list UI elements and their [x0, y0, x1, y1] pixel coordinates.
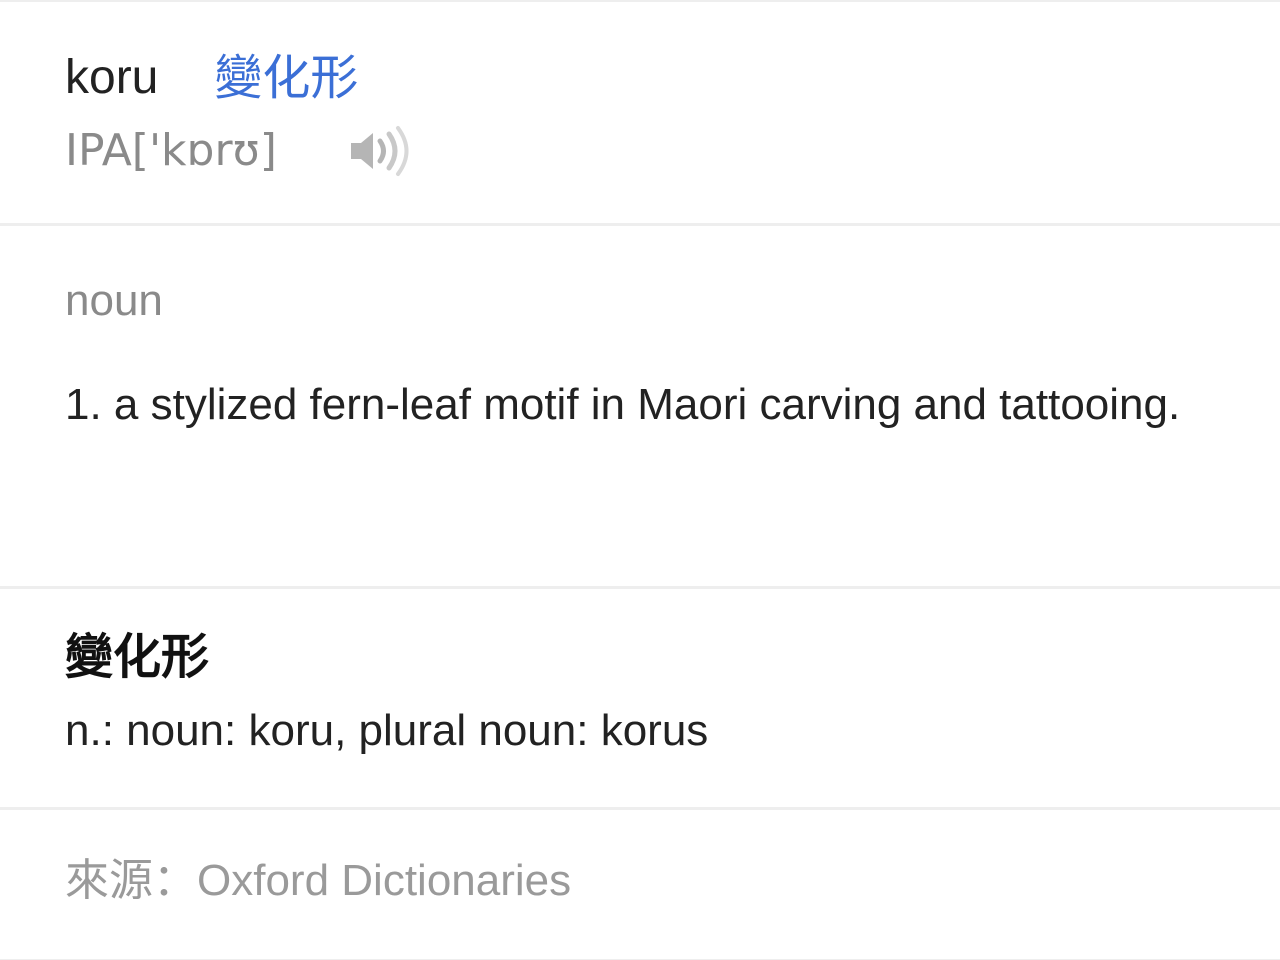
source-line: 來源：Oxford Dictionaries	[65, 850, 571, 912]
part-of-speech: noun	[65, 276, 163, 325]
forms-section: 變化形 n.: noun: koru, plural noun: korus	[0, 589, 1280, 810]
entry-header: koru 變化形 IPA['kɒrʊ]	[0, 2, 1280, 226]
forms-title: 變化形	[65, 629, 210, 685]
pronunciation-row: IPA['kɒrʊ]	[65, 120, 413, 182]
source-section: 來源：Oxford Dictionaries	[0, 810, 1280, 960]
speaker-volume-icon[interactable]	[349, 121, 413, 181]
source-name: Oxford Dictionaries	[197, 856, 572, 905]
definition-section: noun 1. a stylized fern-leaf motif in Ma…	[0, 226, 1280, 589]
headword-row: koru 變化形	[65, 48, 358, 108]
forms-text: n.: noun: koru, plural noun: korus	[65, 706, 709, 755]
ipa-pronunciation: IPA['kɒrʊ]	[65, 125, 277, 176]
definition-text: 1. a stylized fern-leaf motif in Maori c…	[65, 380, 1181, 429]
headword: koru	[65, 51, 159, 104]
dictionary-card: koru 變化形 IPA['kɒrʊ] noun 1. a stylized f…	[0, 0, 1280, 960]
forms-link[interactable]: 變化形	[214, 48, 358, 108]
source-prefix: 來源：	[65, 855, 197, 906]
